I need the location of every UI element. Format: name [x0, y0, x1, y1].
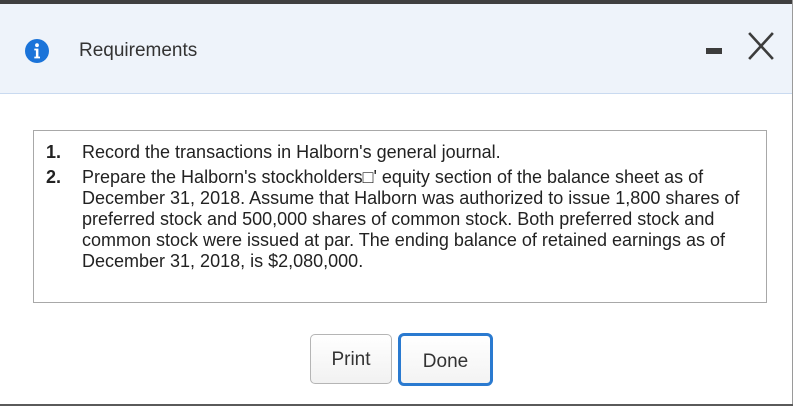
requirements-list: 1. Record the transactions in Halborn's …	[34, 142, 766, 272]
close-icon	[748, 32, 774, 60]
done-button[interactable]: Done	[398, 333, 493, 386]
requirements-box: 1. Record the transactions in Halborn's …	[33, 130, 767, 303]
dialog-title: Requirements	[79, 40, 198, 61]
close-button[interactable]	[745, 30, 777, 62]
dialog-header: Requirements	[0, 4, 792, 94]
requirement-number: 2.	[46, 167, 62, 187]
requirement-text: Record the transactions in Halborn's gen…	[82, 142, 501, 162]
requirement-item: 1. Record the transactions in Halborn's …	[34, 142, 766, 163]
minimize-button[interactable]	[700, 32, 728, 60]
requirement-number: 1.	[46, 142, 62, 162]
requirements-dialog: Requirements 1. Record the transactions …	[0, 0, 793, 406]
info-icon	[25, 39, 49, 63]
minimize-icon	[706, 48, 722, 54]
requirement-text: Prepare the Halborn's stockholders□' equ…	[82, 167, 740, 271]
print-button[interactable]: Print	[310, 334, 392, 384]
requirement-item: 2. Prepare the Halborn's stockholders□' …	[34, 167, 766, 272]
